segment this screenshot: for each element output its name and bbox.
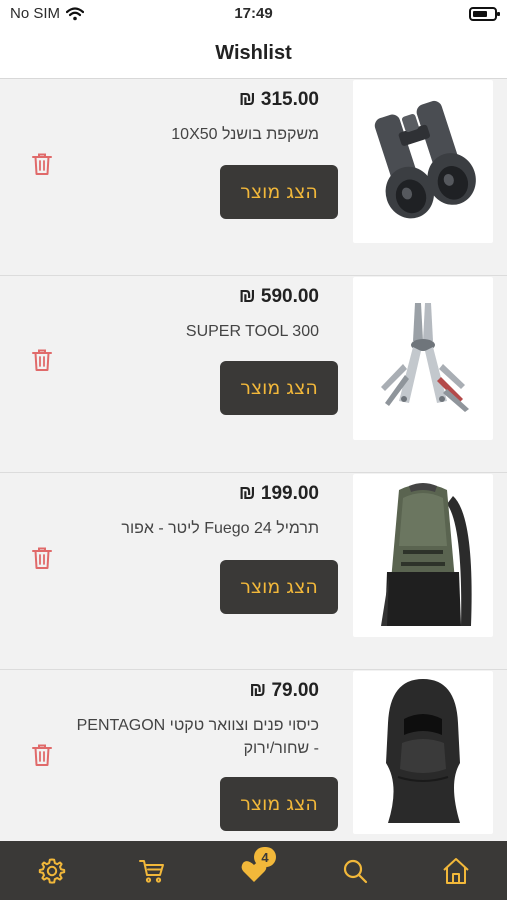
balaclava-image — [386, 678, 460, 823]
view-product-button[interactable]: הצג מוצר — [220, 777, 338, 831]
product-price: ₪ 590.00 — [238, 286, 319, 307]
product-name: כיסוי פנים וצוואר טקטי PENTAGON - שחור/י… — [76, 717, 319, 757]
wishlist-item: ₪ 199.00 תרמיל Fuego 24 ליטר - אפור הצג … — [0, 473, 507, 670]
product-image[interactable] — [353, 277, 493, 440]
trash-icon[interactable] — [31, 348, 53, 372]
trash-icon[interactable] — [31, 743, 53, 767]
product-price: ₪ 315.00 — [238, 89, 319, 110]
search-icon — [343, 859, 368, 884]
product-image[interactable] — [353, 80, 493, 243]
tab-home[interactable] — [441, 856, 471, 886]
backpack-image — [381, 482, 472, 626]
product-image[interactable] — [353, 671, 493, 834]
view-product-button[interactable]: הצג מוצר — [220, 361, 338, 415]
tab-search[interactable] — [340, 856, 370, 886]
tab-settings[interactable] — [37, 856, 67, 886]
navigation-bar: Wishlist — [0, 28, 507, 79]
home-icon — [443, 858, 469, 884]
wishlist-item: ₪ 590.00 SUPER TOOL 300 הצג מוצר — [0, 276, 507, 473]
page-title: Wishlist — [215, 41, 292, 64]
product-name: תרמיל Fuego 24 ליטר - אפור — [121, 520, 319, 537]
product-name: משקפת בושנל 10X50 — [171, 126, 319, 143]
wishlist-list[interactable]: ₪ 315.00 משקפת בושנל 10X50 הצג מוצר ₪ 59… — [0, 79, 507, 841]
product-price: ₪ 79.00 — [249, 680, 319, 701]
view-product-button[interactable]: הצג מוצר — [220, 560, 338, 614]
trash-icon[interactable] — [31, 546, 53, 570]
product-image[interactable] — [353, 474, 493, 637]
battery-icon — [469, 7, 500, 21]
wishlist-item: ₪ 315.00 משקפת בושנל 10X50 הצג מוצר — [0, 79, 507, 276]
wishlist-count-badge: 4 — [254, 847, 276, 867]
cart-icon — [139, 860, 164, 883]
clock: 17:49 — [234, 5, 273, 22]
wishlist-item: ₪ 79.00 כיסוי פנים וצוואר טקטי PENTAGON … — [0, 670, 507, 841]
status-bar: No SIM 17:49 — [0, 0, 507, 28]
battery-level — [473, 11, 487, 17]
gear-icon — [38, 858, 66, 884]
multitool-image — [381, 302, 469, 412]
bottom-tab-bar: 4 — [0, 841, 507, 900]
tab-cart[interactable] — [137, 856, 167, 886]
view-product-button[interactable]: הצג מוצר — [220, 165, 338, 219]
binoculars-image — [374, 100, 476, 218]
product-price: ₪ 199.00 — [238, 483, 319, 504]
tab-wishlist[interactable]: 4 — [239, 847, 276, 886]
product-name: SUPER TOOL 300 — [185, 323, 319, 340]
trash-icon[interactable] — [31, 152, 53, 176]
